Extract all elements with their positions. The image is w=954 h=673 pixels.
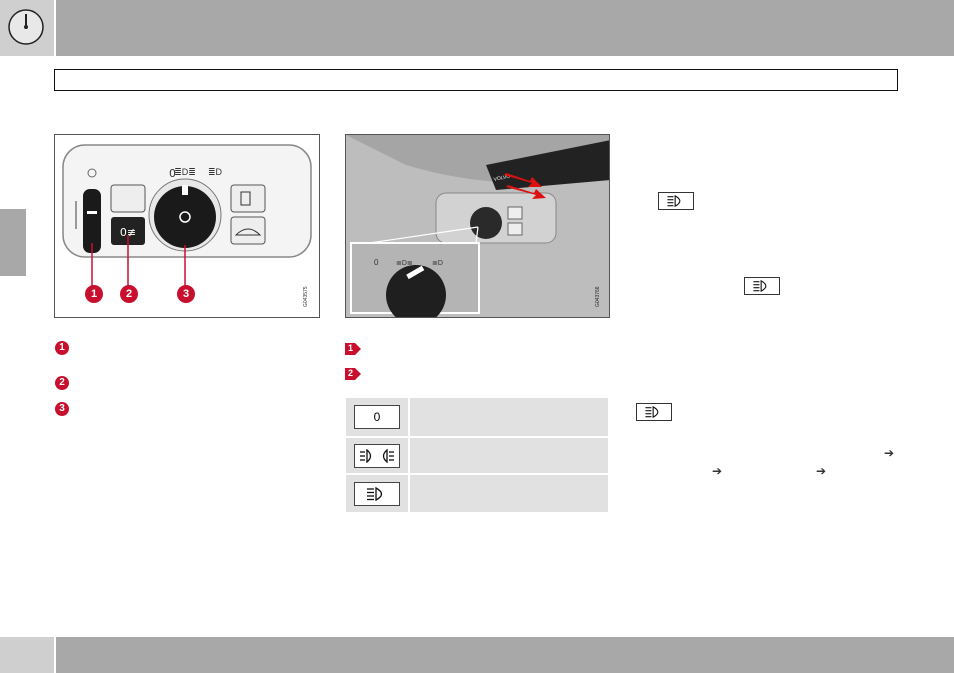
legend-marker-3: 3 bbox=[55, 402, 69, 416]
inset-zero-label: 0 bbox=[374, 258, 379, 267]
light-positions-table: 0 bbox=[346, 398, 608, 514]
high-beam-icon bbox=[636, 403, 672, 421]
table-row: 0 bbox=[346, 398, 608, 438]
dashboard-photo: VOLVO 0 ≣D≣ ≣D G043766 bbox=[345, 134, 610, 318]
parking-lights-icon bbox=[354, 443, 400, 468]
section-title-box bbox=[54, 69, 898, 91]
callout-2: 2 bbox=[120, 285, 138, 303]
high-beam-icon bbox=[744, 277, 780, 295]
high-beam-icon bbox=[658, 192, 694, 210]
table-row bbox=[346, 437, 608, 475]
speedometer-icon bbox=[8, 9, 44, 45]
legend-arrow-2: 2 bbox=[345, 367, 361, 380]
footer-bar bbox=[56, 637, 954, 673]
page-ref-arrow-icon: ➔ bbox=[884, 446, 895, 460]
header-corner bbox=[0, 0, 54, 56]
high-beam-icon bbox=[354, 481, 400, 506]
table-row bbox=[346, 474, 608, 514]
photo-code: G043766 bbox=[595, 286, 601, 307]
legend-marker-2: 2 bbox=[55, 376, 69, 390]
dashboard-illustration: VOLVO 0 ≣D≣ ≣D G043766 bbox=[346, 135, 609, 317]
zero-symbol: 0 bbox=[354, 405, 400, 429]
light-panel-figure: 0≢ 0 ≣D≣ ≣D G043575 1 2 3 bbox=[54, 134, 320, 318]
header-bar bbox=[56, 0, 954, 56]
svg-text:≣D≣: ≣D≣ bbox=[174, 167, 196, 177]
svg-text:≣D≣: ≣D≣ bbox=[396, 258, 413, 267]
svg-text:≣D: ≣D bbox=[432, 258, 443, 267]
svg-text:≣D: ≣D bbox=[208, 167, 223, 177]
callout-1: 1 bbox=[85, 285, 103, 303]
figure-code: G043575 bbox=[303, 286, 309, 307]
legend-arrow-1-label: 1 bbox=[348, 343, 354, 353]
legend-arrow-1: 1 bbox=[345, 342, 361, 355]
legend-marker-1: 1 bbox=[55, 341, 69, 355]
footer-page-box bbox=[0, 637, 54, 673]
legend-arrow-2-label: 2 bbox=[348, 368, 354, 378]
page-ref-arrow-icon: ➔ bbox=[816, 464, 827, 478]
chapter-tab bbox=[0, 209, 26, 276]
callout-3: 3 bbox=[177, 285, 195, 303]
page-ref-arrow-icon: ➔ bbox=[712, 464, 723, 478]
